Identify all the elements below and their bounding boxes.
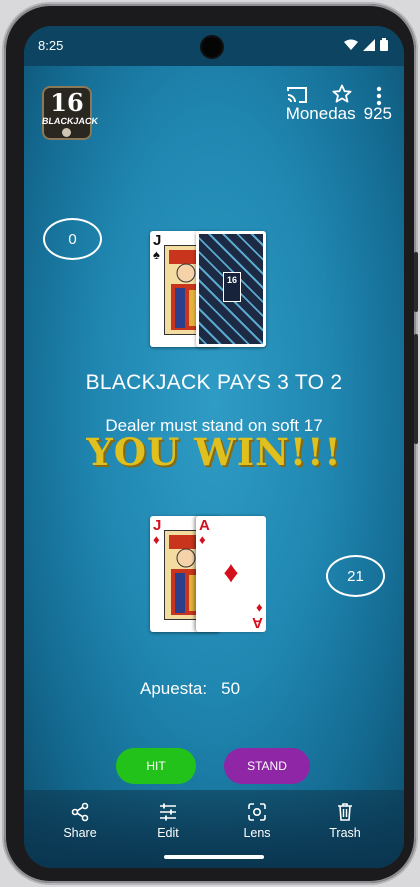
dealer-card-1-suit: ♠ — [153, 247, 160, 262]
edit-label: Edit — [157, 826, 179, 840]
screen: 8:25 16 BLACKJACK Monedas 925 0 J ♠ 16 B… — [24, 26, 404, 868]
card-back-badge: 16 — [223, 272, 241, 302]
player-card-1-rank: J — [153, 517, 162, 534]
status-icons — [344, 38, 388, 51]
star-icon[interactable] — [332, 84, 352, 104]
logo-number: 16 — [50, 88, 84, 117]
share-icon — [71, 802, 89, 822]
trash-label: Trash — [329, 826, 361, 840]
trash-button[interactable]: Trash — [315, 802, 375, 840]
power-button — [414, 252, 418, 312]
logo-chip-icon — [62, 128, 71, 137]
bet-display: Apuesta: 50 — [140, 679, 240, 699]
status-bar: 8:25 — [24, 26, 404, 66]
dealer-card-1-rank: J — [153, 232, 162, 249]
coins-label: Monedas — [285, 104, 356, 123]
status-time: 8:25 — [38, 38, 64, 53]
player-score: 21 — [326, 555, 385, 597]
dealer-card-2-back: 16 — [196, 231, 266, 347]
share-button[interactable]: Share — [50, 802, 110, 840]
logo-word: BLACKJACK — [41, 116, 99, 126]
battery-icon — [380, 38, 388, 51]
pays-text: BLACKJACK PAYS 3 TO 2 — [85, 371, 343, 394]
hit-button[interactable]: HIT — [116, 748, 196, 784]
lens-label: Lens — [243, 826, 271, 840]
phone-frame: 8:25 16 BLACKJACK Monedas 925 0 J ♠ 16 B… — [4, 4, 418, 883]
wifi-icon — [344, 39, 358, 50]
share-label: Share — [63, 826, 97, 840]
coins-value: 925 — [363, 104, 392, 123]
bet-label: Apuesta: — [140, 679, 208, 698]
trash-icon — [338, 803, 352, 821]
player-card-2-suit: ♦ — [199, 532, 206, 547]
player-card-2-suit-bottom: ♦ — [256, 601, 263, 616]
lens-button[interactable]: Lens — [227, 802, 287, 840]
lens-icon — [248, 803, 266, 821]
player-card-2: A ♦ ♦ A ♦ — [196, 516, 266, 632]
app-logo[interactable]: 16 BLACKJACK — [41, 86, 99, 140]
signal-icon — [363, 38, 375, 51]
dealer-score-value: 0 — [68, 230, 77, 248]
dealer-score: 0 — [43, 218, 102, 260]
edit-icon — [160, 803, 176, 821]
player-card-2-rank: A — [199, 517, 210, 534]
front-camera — [202, 37, 222, 57]
player-card-2-center-suit: ♦ — [223, 556, 239, 589]
player-card-1-suit: ♦ — [153, 532, 160, 547]
edit-button[interactable]: Edit — [138, 802, 198, 840]
home-indicator[interactable] — [164, 855, 264, 859]
result-text: YOU WIN!!! — [86, 430, 342, 474]
bet-value: 50 — [221, 679, 241, 698]
player-card-2-rank-bottom: A — [252, 614, 263, 631]
stand-button[interactable]: STAND — [224, 748, 310, 784]
more-options-icon[interactable] — [376, 86, 382, 106]
cast-icon[interactable] — [286, 86, 308, 104]
player-score-value: 21 — [347, 567, 364, 585]
volume-button — [414, 334, 418, 444]
coins-display: Monedas 925 — [286, 104, 392, 124]
